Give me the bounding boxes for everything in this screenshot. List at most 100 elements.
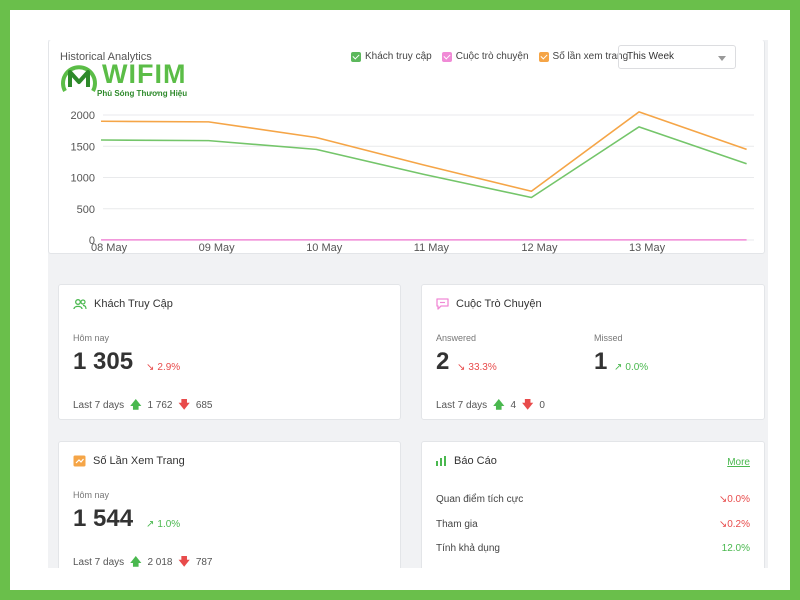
- pageviews-footer: Last 7 days 🡅 2 018 🡇 787: [73, 553, 213, 568]
- delta-value: 0.0%: [625, 362, 649, 373]
- x-tick-label: 11 May: [414, 242, 450, 254]
- visitors-card: Khách Truy Cập Hôm nay 1 305 ↘ 2.9% Last…: [58, 284, 401, 420]
- x-tick-label: 10 May: [306, 242, 343, 254]
- trend-down-icon: ↘: [718, 494, 728, 505]
- card-title-text: Số Lần Xem Trang: [93, 455, 185, 467]
- x-tick-label: 13 May: [629, 242, 666, 254]
- logo-wordmark: WIFIM: [102, 59, 187, 89]
- trend-up-icon: ↗: [146, 519, 155, 530]
- arrow-down-icon: 🡇: [178, 556, 190, 568]
- chat-bubble-icon: [436, 298, 449, 310]
- logo-tagline: Phủ Sóng Thương Hiệu: [97, 89, 188, 98]
- x-tick-label: 08 May: [91, 242, 128, 254]
- date-range-select[interactable]: This Week: [618, 45, 736, 69]
- visitors-today-value: 1 305: [73, 348, 134, 375]
- answered-delta: ↘ 33.3%: [457, 362, 497, 373]
- answered-label: Answered: [436, 333, 477, 343]
- pageviews-card: Số Lần Xem Trang Hôm nay 1 544 ↗ 1.0% La…: [58, 441, 401, 568]
- up-value: 1 762: [147, 400, 173, 411]
- date-range-value: This Week: [627, 51, 675, 62]
- chart-legend: Khách truy cập Cuộc trò chuyện Số lần xe…: [351, 51, 628, 62]
- y-tick-label: 1500: [71, 141, 95, 153]
- up-value: 4: [510, 400, 517, 411]
- down-value: 0: [539, 400, 545, 411]
- pageviews-today-value: 1 544: [73, 505, 134, 532]
- y-tick-label: 500: [77, 204, 95, 216]
- legend-item-pageviews[interactable]: Số lần xem trang: [538, 51, 629, 62]
- y-tick-label: 2000: [71, 110, 95, 122]
- pageviews-delta: ↗ 1.0%: [146, 519, 180, 530]
- delta-value: 2.9%: [157, 362, 181, 373]
- x-tick-label: 09 May: [199, 242, 236, 254]
- image-frame: 0 500 1000 1500 2000 08 May 09 May 10 May 11 May…: [10, 10, 790, 590]
- report-row: Tham gia ↘0.2%: [436, 519, 750, 530]
- bar-chart-icon: [436, 456, 446, 466]
- report-row: Tính khả dụng 12.0%: [436, 543, 750, 554]
- conversations-footer: Last 7 days 🡅 4 🡇 0: [436, 396, 545, 415]
- today-label: Hôm nay: [73, 490, 110, 500]
- report-value-text: 0.2%: [727, 519, 750, 530]
- visitors-card-title: Khách Truy Cập: [73, 298, 173, 310]
- report-row-value: ↘0.0%: [719, 494, 750, 505]
- arrow-down-icon: 🡇: [178, 399, 190, 411]
- report-value-text: 0.0%: [727, 494, 750, 505]
- trend-down-icon: ↘: [718, 519, 728, 530]
- pageview-icon: [73, 455, 86, 467]
- today-label: Hôm nay: [73, 333, 110, 343]
- card-title-text: Khách Truy Cập: [94, 298, 173, 310]
- legend-item-visitors[interactable]: Khách truy cập: [351, 51, 432, 62]
- dashboard: 0 500 1000 1500 2000 08 May 09 May 10 May 11 May…: [48, 40, 768, 568]
- series-line: [100, 126, 747, 199]
- delta-value: 33.3%: [468, 362, 497, 373]
- trend-down-icon: ↘: [146, 362, 155, 373]
- series-line: [100, 111, 747, 193]
- report-row-label: Tính khả dụng: [436, 543, 500, 554]
- conversations-card: Cuộc Trò Chuyện Answered 2 ↘ 33.3% Misse…: [421, 284, 765, 420]
- card-title-text: Cuộc Trò Chuyện: [456, 298, 542, 310]
- visitors-footer: Last 7 days 🡅 1 762 🡇 685: [73, 396, 213, 415]
- report-row-value: ↘0.2%: [719, 519, 750, 530]
- brand-logo: WIFIM Phủ Sóng Thương Hiệu: [59, 59, 188, 98]
- down-value: 685: [195, 400, 213, 411]
- legend-label: Cuộc trò chuyện: [455, 51, 529, 62]
- missed-delta: ↗ 0.0%: [614, 362, 648, 373]
- x-tick-label: 12 May: [521, 242, 558, 254]
- report-card: Báo Cáo More Quan điểm tích cực ↘0.0% Th…: [421, 441, 765, 568]
- arrow-up-icon: 🡅: [130, 399, 142, 411]
- users-icon: [73, 298, 87, 309]
- footer-label: Last 7 days: [73, 557, 125, 568]
- up-value: 2 018: [147, 557, 173, 568]
- report-card-title: Báo Cáo: [436, 455, 497, 467]
- arrow-up-icon: 🡅: [493, 399, 505, 411]
- delta-value: 1.0%: [157, 519, 181, 530]
- report-value-text: 12.0%: [721, 543, 750, 554]
- pageviews-card-title: Số Lần Xem Trang: [73, 455, 185, 467]
- footer-label: Last 7 days: [73, 400, 125, 411]
- trend-up-icon: ↗: [614, 362, 623, 373]
- checkbox-checked-icon: [441, 51, 452, 62]
- visitors-delta: ↘ 2.9%: [146, 362, 180, 373]
- report-row-label: Tham gia: [436, 519, 478, 530]
- card-title-text: Báo Cáo: [454, 455, 497, 467]
- report-row: Quan điểm tích cực ↘0.0%: [436, 494, 750, 505]
- report-row-value: 12.0%: [722, 543, 750, 554]
- legend-label: Số lần xem trang: [552, 51, 629, 62]
- checkbox-checked-icon: [351, 51, 361, 62]
- down-value: 787: [195, 557, 213, 568]
- missed-value: 1: [594, 348, 608, 375]
- trend-down-icon: ↘: [457, 362, 466, 373]
- report-row-label: Quan điểm tích cực: [436, 494, 524, 505]
- checkbox-checked-icon: [538, 51, 549, 62]
- chevron-down-icon: [718, 56, 726, 61]
- more-link[interactable]: More: [727, 457, 750, 468]
- legend-item-conversations[interactable]: Cuộc trò chuyện: [441, 51, 529, 62]
- footer-label: Last 7 days: [436, 400, 488, 411]
- missed-label: Missed: [594, 333, 623, 343]
- y-tick-label: 1000: [71, 173, 95, 185]
- historical-analytics-card: 0 500 1000 1500 2000 08 May 09 May 10 May 11 May…: [48, 40, 765, 254]
- arrow-down-icon: 🡇: [522, 399, 534, 411]
- wifim-m-icon: [61, 65, 97, 92]
- conversations-card-title: Cuộc Trò Chuyện: [436, 298, 542, 310]
- answered-value: 2: [436, 348, 450, 375]
- legend-label: Khách truy cập: [365, 51, 432, 62]
